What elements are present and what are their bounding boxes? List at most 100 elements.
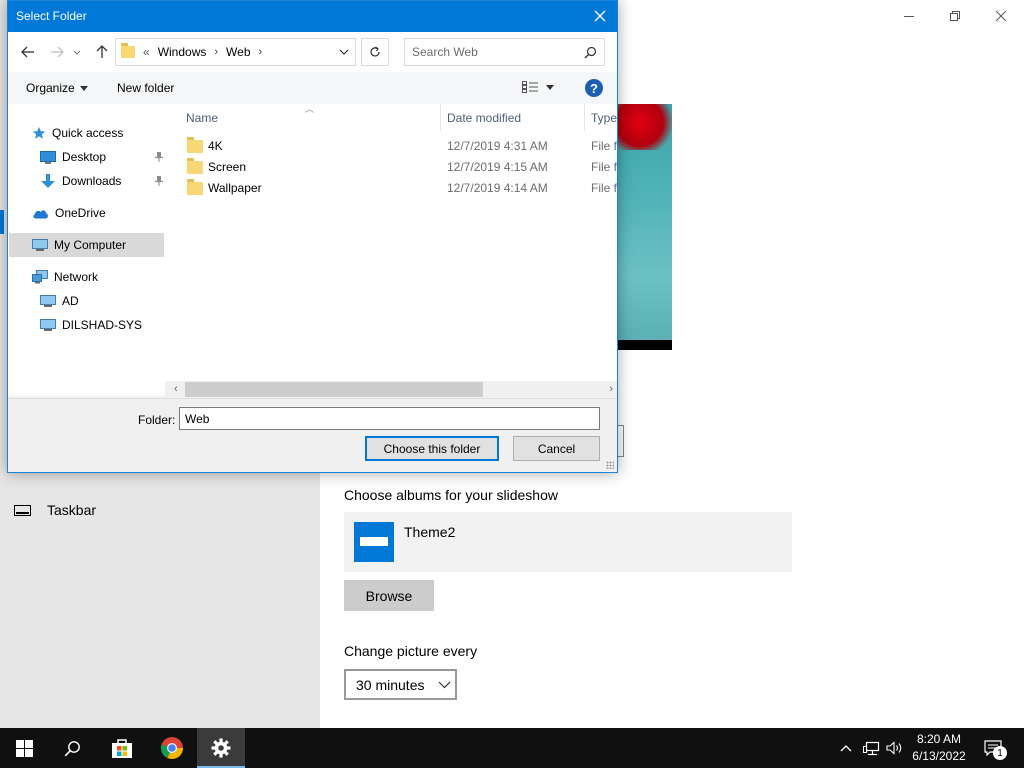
nav-label: OneDrive — [55, 206, 106, 220]
folder-field[interactable] — [179, 407, 600, 430]
album-tile[interactable]: Theme2 — [344, 512, 792, 572]
file-name: 4K — [208, 139, 223, 153]
nav-item-ad[interactable]: AD — [40, 290, 79, 312]
network-tray-icon — [862, 741, 879, 755]
search-icon — [64, 740, 80, 756]
file-date: 12/7/2019 4:15 AM — [447, 160, 548, 174]
table-row[interactable]: 4K 12/7/2019 4:31 AM File fo — [165, 136, 617, 157]
taskbar-chrome-button[interactable] — [148, 728, 196, 768]
nav-item-my-computer[interactable]: My Computer — [9, 233, 164, 257]
organize-menu[interactable]: Organize — [26, 81, 88, 95]
column-name-label: Name — [186, 110, 219, 125]
refresh-button[interactable] — [361, 38, 389, 66]
nav-item-downloads[interactable]: Downloads — [40, 170, 164, 192]
browse-button[interactable]: Browse — [344, 580, 434, 611]
dialog-title: Select Folder — [16, 9, 87, 23]
album-name: Theme2 — [404, 524, 456, 540]
pin-icon — [155, 152, 163, 162]
minimize-button[interactable] — [886, 4, 932, 28]
address-bar[interactable]: « Windows › Web › — [115, 38, 356, 66]
arrow-left-icon — [21, 46, 34, 58]
taskbar-store-button[interactable] — [98, 728, 146, 768]
address-dropdown-button[interactable] — [333, 39, 355, 65]
file-list: Name ︿ Date modified Type 4K 12/7/2019 4… — [165, 104, 617, 381]
network-tray-button[interactable] — [861, 728, 881, 768]
nav-label: Desktop — [62, 150, 107, 164]
search-box[interactable] — [404, 38, 605, 66]
restore-button[interactable] — [932, 4, 978, 28]
preview-taskbar-strip — [612, 340, 672, 350]
windows-logo-icon — [15, 739, 33, 757]
chevron-right-icon[interactable]: › — [214, 46, 218, 58]
interval-select[interactable]: 30 minutes — [344, 669, 457, 700]
taskbar-icon — [14, 504, 31, 516]
recent-locations-button[interactable] — [72, 44, 82, 60]
column-header-date[interactable]: Date modified — [441, 104, 585, 131]
horizontal-scrollbar[interactable]: ‹ › — [171, 381, 617, 398]
breadcrumb-overflow[interactable]: « — [143, 45, 150, 59]
table-row[interactable]: Wallpaper 12/7/2019 4:14 AM File fo — [165, 178, 617, 199]
resize-grip[interactable] — [606, 461, 614, 469]
forward-button[interactable] — [48, 44, 66, 60]
computer-icon — [40, 294, 56, 307]
new-folder-button[interactable]: New folder — [117, 81, 174, 95]
nav-item-desktop[interactable]: Desktop — [40, 146, 164, 168]
nav-item-network[interactable]: Network — [32, 266, 98, 288]
back-button[interactable] — [19, 44, 37, 60]
cancel-button[interactable]: Cancel — [513, 436, 600, 461]
store-bag-icon — [112, 739, 132, 758]
nav-label: AD — [62, 294, 79, 308]
sort-ascending-icon: ︿ — [305, 104, 315, 114]
scroll-left-icon[interactable]: ‹ — [174, 383, 178, 395]
folder-icon — [187, 178, 203, 195]
pin-icon — [155, 176, 163, 186]
restore-icon — [950, 11, 960, 21]
sidebar-item-label: Taskbar — [47, 502, 97, 518]
details-view-icon — [522, 81, 538, 93]
chevron-right-icon[interactable]: › — [259, 46, 263, 58]
change-view-button[interactable] — [522, 81, 554, 93]
arrow-right-icon — [51, 46, 64, 58]
download-arrow-icon — [41, 174, 55, 188]
up-button[interactable] — [93, 44, 111, 60]
table-row[interactable]: Screen 12/7/2019 4:15 AM File fo — [165, 157, 617, 178]
breadcrumb-web[interactable]: Web — [226, 45, 250, 59]
file-type: File fo — [591, 181, 617, 195]
sidebar-selection-indicator — [0, 210, 4, 234]
column-header-name[interactable]: Name ︿ — [165, 104, 441, 131]
gear-icon — [211, 738, 231, 758]
album-thumbnail — [354, 522, 394, 562]
chevron-up-icon — [840, 744, 852, 751]
caret-down-icon — [79, 85, 88, 91]
taskbar-search-button[interactable] — [48, 728, 96, 768]
new-folder-label: New folder — [117, 81, 175, 95]
clock-date: 6/13/2022 — [912, 749, 966, 763]
clock[interactable]: 8:20 AM 6/13/2022 — [900, 731, 978, 765]
search-icon — [584, 46, 597, 59]
close-button[interactable] — [978, 4, 1024, 28]
help-icon[interactable]: ? — [585, 79, 603, 97]
breadcrumb-windows[interactable]: Windows — [158, 45, 207, 59]
search-input[interactable] — [405, 39, 575, 65]
nav-item-dilshad-sys[interactable]: DILSHAD-SYS — [40, 314, 142, 336]
folder-label: Folder: — [138, 413, 176, 427]
taskbar-settings-button[interactable] — [197, 728, 245, 768]
file-date: 12/7/2019 4:14 AM — [447, 181, 548, 195]
chrome-icon — [160, 737, 183, 759]
preview-flower — [618, 104, 672, 150]
scroll-right-icon[interactable]: › — [609, 383, 613, 395]
dialog-close-button[interactable] — [591, 7, 609, 25]
sidebar-item-taskbar[interactable]: Taskbar — [14, 502, 96, 518]
choose-this-folder-button[interactable]: Choose this folder — [365, 436, 499, 461]
scrollbar-thumb[interactable] — [185, 382, 483, 397]
desktop-icon — [40, 150, 56, 164]
column-date-label: Date modified — [447, 110, 522, 125]
column-header-type[interactable]: Type — [585, 104, 617, 131]
interval-value: 30 minutes — [356, 676, 425, 693]
nav-item-quick-access[interactable]: Quick access — [32, 122, 123, 144]
start-button[interactable] — [0, 728, 48, 768]
minimize-icon — [904, 16, 914, 17]
show-hidden-icons-button[interactable] — [838, 728, 854, 768]
nav-item-onedrive[interactable]: OneDrive — [32, 202, 106, 224]
file-type: File fo — [591, 160, 617, 174]
